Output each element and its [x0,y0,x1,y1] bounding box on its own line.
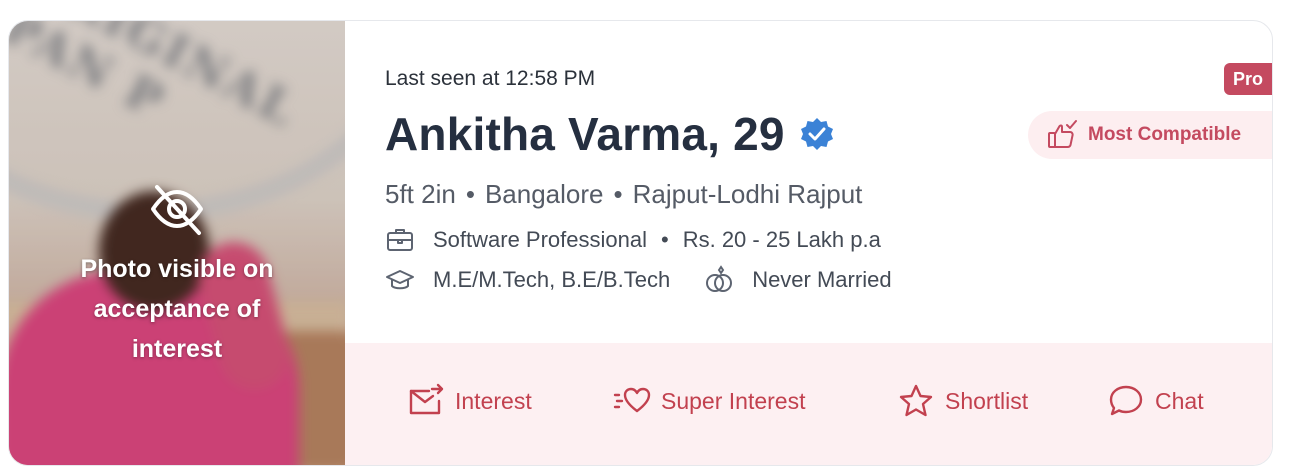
briefcase-icon [387,229,413,251]
graduation-cap-icon [386,270,414,290]
most-compatible-badge[interactable]: Most Compatible [1028,111,1272,159]
photo-visibility-message: Photo visible on acceptance of interest [80,255,274,363]
education-text: M.E/M.Tech, B.E/B.Tech [433,267,671,292]
rings-icon [706,265,733,292]
mail-send-icon [409,383,444,415]
height-text: 5ft 2in [385,179,456,209]
separator: • [661,227,669,252]
compatibility-label: Most Compatible [1088,124,1242,145]
super-interest-button[interactable]: Super Interest [613,383,805,419]
interest-button[interactable]: Interest [407,383,532,419]
marital-status-text: Never Married [752,267,892,292]
profession-row: Software Professional • Rs. 20 - 25 Lakh… [385,225,881,255]
star-icon [899,384,933,417]
verified-badge-icon [800,118,833,150]
thumbs-up-check-icon [1048,120,1077,148]
separator: • [613,179,623,209]
chat-button[interactable]: Chat [1107,383,1204,419]
chat-label: Chat [1155,387,1204,414]
income-text: Rs. 20 - 25 Lakh p.a [682,227,881,252]
shortlist-label: Shortlist [945,387,1029,414]
basic-details: 5ft 2in • Bangalore • Rajput-Lodhi Rajput [385,179,862,210]
name-row: Ankitha Varma, 29 [385,107,835,161]
profile-info: Last seen at 12:58 PM Ankitha Varma, 29 … [345,21,1272,343]
separator: • [465,179,475,209]
chat-bubble-icon [1109,385,1143,416]
education-row: M.E/M.Tech, B.E/B.Tech Never Married [385,265,892,295]
profile-name[interactable]: Ankitha Varma, 29 [385,107,785,161]
eye-off-icon [151,185,203,235]
heart-dash-icon [613,387,651,413]
profile-card[interactable]: ORIGINAL PAN P Photo visible on acceptan… [8,20,1273,466]
action-bar: Interest Super Interest Shortlist Chat [345,343,1272,465]
interest-label: Interest [455,387,532,414]
last-seen-text: Last seen at 12:58 PM [385,67,596,90]
city-text: Bangalore [484,179,604,209]
photo-lock-overlay: Photo visible on acceptance of interest [9,181,345,369]
super-interest-label: Super Interest [661,387,806,414]
shortlist-button[interactable]: Shortlist [897,383,1028,419]
community-text: Rajput-Lodhi Rajput [632,179,863,209]
pro-badge: Pro [1224,63,1272,95]
profession-text: Software Professional [433,227,647,252]
profile-photo[interactable]: ORIGINAL PAN P Photo visible on acceptan… [9,21,345,465]
